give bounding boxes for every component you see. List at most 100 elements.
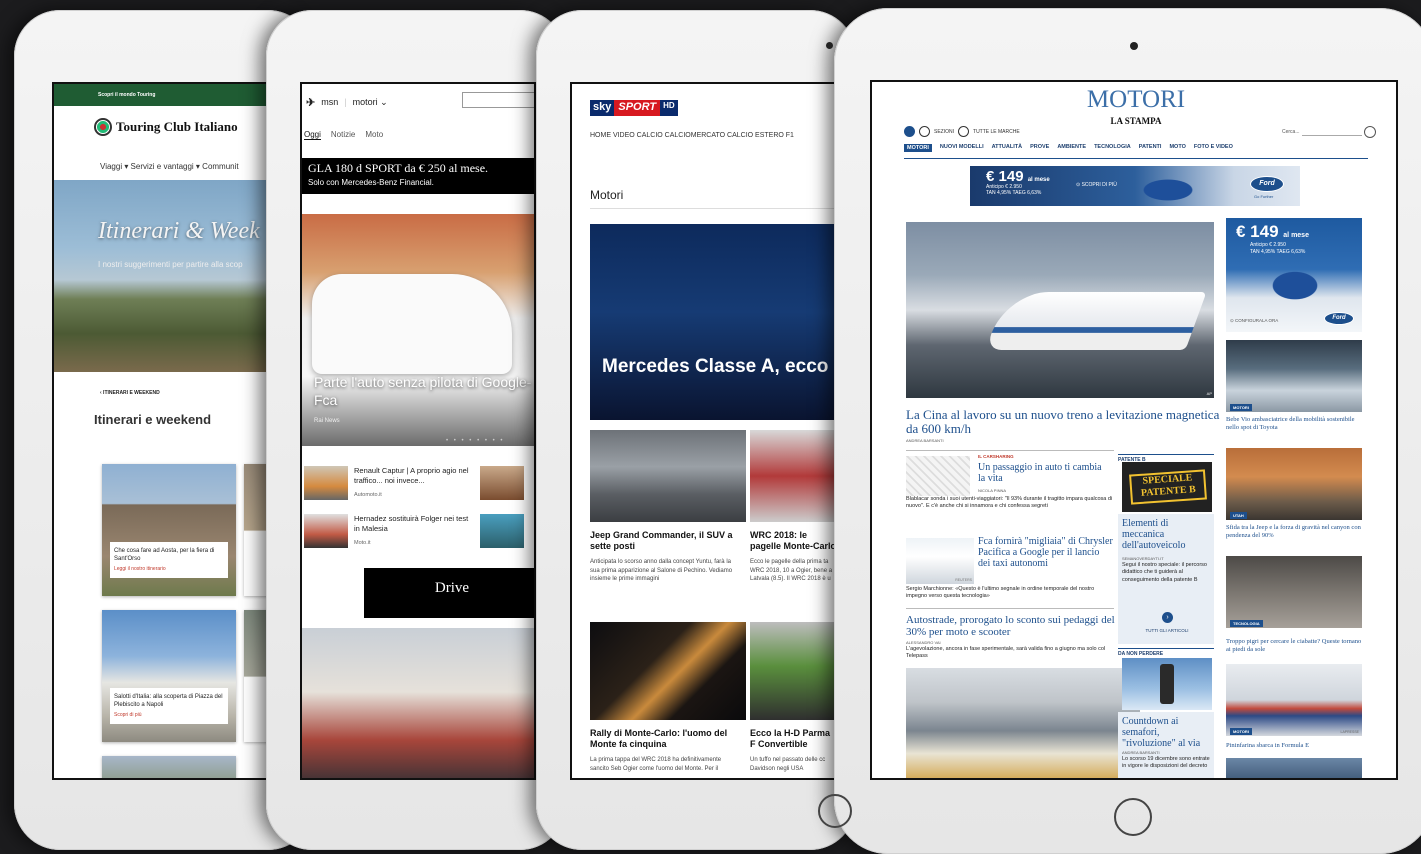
right-caption-3[interactable]: Troppo pigri per cercare le ciabatte? Qu… [1226, 638, 1362, 654]
main-story-image[interactable]: AP [906, 222, 1214, 398]
msn-brand[interactable]: msn [321, 97, 338, 107]
story3-title[interactable]: Autostrade, prorogato lo sconto sui peda… [906, 614, 1120, 638]
main-story-title[interactable]: La Cina al lavoro su un nuovo treno a le… [906, 407, 1226, 437]
side-ad-car-image [1260, 264, 1330, 300]
nav-tecnologia[interactable]: TECNOLOGIA [1094, 144, 1131, 152]
story2-text: Sergio Marchionne: «Questo è l'ultimo se… [906, 586, 1095, 600]
sezioni-link[interactable]: SEZIONI [934, 129, 954, 135]
nav-foto-video[interactable]: FOTO E VIDEO [1194, 144, 1233, 152]
article-image[interactable] [750, 622, 834, 720]
touring-nav[interactable]: Viaggi ▾ Servizi e vantaggi ▾ Communit [100, 162, 239, 171]
touring-card-napoli[interactable]: Salotti d'Italia: alla scoperta di Piazz… [102, 610, 236, 742]
card-title: Salotti d'Italia: alla scoperta di Piazz… [114, 693, 223, 708]
motor-show-image[interactable] [302, 628, 534, 778]
story3-image[interactable] [906, 668, 1140, 778]
configura-button[interactable]: ⊙ CONFIGURALA ORA [1230, 318, 1278, 324]
marche-link[interactable]: TUTTE LE MARCHE [973, 129, 1020, 135]
drive-banner[interactable]: Drive [364, 568, 534, 618]
item-thumb[interactable] [480, 466, 524, 500]
touring-logo[interactable]: Touring Club Italiano [94, 118, 238, 136]
touring-hero[interactable]: Itinerari & Week I nostri suggerimenti p… [54, 180, 280, 372]
nav-ambiente[interactable]: AMBIENTE [1057, 144, 1086, 152]
right-image-1[interactable] [1226, 340, 1362, 412]
skysport-nav[interactable]: HOME VIDEO CALCIO CALCIOMERCATO CALCIO E… [590, 132, 794, 139]
home-icon[interactable] [904, 126, 915, 137]
nav-motori[interactable]: MOTORI [904, 144, 932, 152]
story1-byline: NICOLA PINNA [978, 488, 1007, 493]
page-title: MOTORI [1086, 86, 1186, 113]
tab-moto[interactable]: Moto [365, 130, 383, 140]
search-icon[interactable] [1363, 126, 1376, 138]
story3-text: L'agevolazione, ancora in fase speriment… [906, 646, 1106, 660]
list-item[interactable]: Renault Captur | A proprio agio nel traf… [304, 466, 474, 506]
chevron-right-icon[interactable]: › [1162, 612, 1173, 623]
right-image-3[interactable] [1226, 556, 1362, 628]
ad-terms: Anticipo € 2.950 TAN 4,95% TAEG 6,63% [986, 184, 1042, 196]
article-title[interactable]: Ecco la H-D Parma F Convertible [750, 728, 834, 750]
right-image-2[interactable] [1226, 448, 1362, 520]
ad-scopri-button[interactable]: ⊙ SCOPRI DI PIÙ [1076, 182, 1117, 188]
touring-section-title: Itinerari e weekend [94, 412, 212, 427]
right-caption-4[interactable]: Pininfarina sbarca in Formula E [1226, 742, 1362, 750]
breadcrumb[interactable]: ‹ ITINERARI E WEEKEND [100, 390, 160, 396]
nav-moto[interactable]: MOTO [1169, 144, 1185, 152]
carousel-dots[interactable]: • • • • • • • • [446, 438, 504, 444]
article-title[interactable]: Rally di Monte-Carlo: l'uomo del Monte f… [590, 728, 740, 750]
patente-title[interactable]: Elementi di meccanica dell'autoveicolo [1122, 518, 1212, 551]
story2-title[interactable]: Fca fornirà "migliaia" di Chrysler Pacif… [978, 536, 1114, 569]
article-image[interactable] [590, 622, 746, 720]
traffic-light-image[interactable] [1122, 658, 1212, 710]
tutti-articoli-link[interactable]: TUTTI GLI ARTICOLI [1122, 628, 1212, 633]
patente-image[interactable]: SPECIALE PATENTE B [1122, 462, 1212, 512]
nav-attualita[interactable]: ATTUALITÀ [992, 144, 1022, 152]
story1-title[interactable]: Un passaggio in auto ti cambia la vita [978, 462, 1108, 484]
item-thumb[interactable] [480, 514, 524, 548]
ad-line2: Solo con Mercedes-Benz Financial. [308, 178, 434, 187]
nav-nuovi-modelli[interactable]: NUOVI MODELLI [940, 144, 984, 152]
skysport-logo[interactable]: sky SPORT HD [590, 100, 678, 116]
article-image[interactable] [750, 430, 834, 522]
card-link[interactable]: Scopri di più [114, 712, 224, 719]
home-button[interactable] [1114, 798, 1152, 836]
home-button-tablet3[interactable] [818, 794, 852, 828]
car-icon[interactable] [958, 126, 970, 137]
skysport-hero[interactable]: Mercedes Classe A, ecco primo teaser [590, 224, 834, 420]
story1-image[interactable] [906, 456, 970, 496]
touring-topbar[interactable]: Scopri il mondo Touring [54, 84, 280, 106]
search-field-line [1301, 128, 1362, 136]
right-caption-2[interactable]: Sfida tra la Jeep e la forza di gravità … [1226, 524, 1362, 540]
story2-image[interactable]: REUTERS [906, 538, 974, 584]
item-source: Moto.it [354, 540, 371, 546]
dnp-title[interactable]: Countdown ai semafori, "rivoluzione" al … [1122, 716, 1212, 749]
right-image-4-credit: LAPRESSE [1340, 730, 1359, 734]
msn-logo-icon[interactable]: ✈ [306, 96, 315, 109]
nav-prove[interactable]: PROVE [1030, 144, 1049, 152]
touring-card-aosta[interactable]: Che cosa fare ad Aosta, per la fiera di … [102, 464, 236, 596]
nav-patenti[interactable]: PATENTI [1139, 144, 1162, 152]
right-caption-1[interactable]: Bebe Vio ambasciatrice della mobilità so… [1226, 416, 1362, 432]
touring-logo-icon [94, 118, 112, 136]
card-title: Che cosa fare ad Aosta, per la fiera di … [114, 547, 215, 562]
article-title[interactable]: WRC 2018: le pagelle Monte-Carlo [750, 530, 834, 552]
msn-hero[interactable]: Parte l'auto senza pilota di Google-Fca … [302, 214, 534, 446]
search-input[interactable]: Cerca... [1282, 129, 1300, 135]
menu-icon[interactable] [919, 126, 930, 137]
article-title[interactable]: Jeep Grand Commander, il SUV a sette pos… [590, 530, 740, 552]
msn-section-select[interactable]: motori ⌄ [353, 97, 388, 108]
mercedes-ad[interactable]: GLA 180 d SPORT da € 250 al mese. Solo c… [302, 158, 534, 194]
search-bar[interactable]: Cerca... [1282, 126, 1376, 138]
card-link[interactable]: Leggi il nostro itinerario [114, 566, 224, 573]
touring-card-bottom[interactable] [102, 756, 236, 778]
lastampa-logo[interactable]: LA STAMPA [872, 116, 1396, 126]
card-caption: Salotti d'Italia: alla scoperta di Piazz… [110, 687, 228, 724]
msn-search-input[interactable] [462, 92, 534, 108]
right-image-4[interactable]: LAPRESSE [1226, 664, 1362, 736]
tablet-skysport: sky SPORT HD HOME VIDEO CALCIO CALCIOMER… [536, 10, 856, 850]
ford-banner-ad[interactable]: € 149 al mese Anticipo € 2.950 TAN 4,95% … [970, 166, 1300, 206]
ford-side-ad[interactable]: € 149 al mese Anticipo € 2.950 TAN 4,95% … [1226, 218, 1362, 332]
tab-oggi[interactable]: Oggi [304, 130, 321, 140]
tab-notizie[interactable]: Notizie [331, 130, 355, 140]
right-image-5[interactable] [1226, 758, 1362, 778]
article-image[interactable] [590, 430, 746, 522]
list-item[interactable]: Hernadez sostituirà Folger nei test in M… [304, 514, 474, 554]
